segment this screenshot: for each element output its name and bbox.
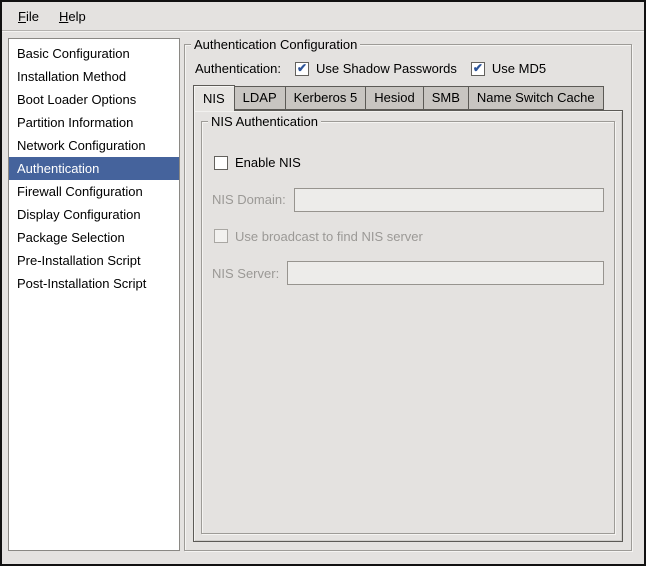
sidebar-item-pre-installation-script[interactable]: Pre-Installation Script (9, 249, 179, 272)
nis-server-row: NIS Server: (212, 261, 604, 285)
menubar: File Help (2, 2, 644, 31)
tab-hesiod[interactable]: Hesiod (365, 86, 423, 110)
main-area: Basic Configuration Installation Method … (2, 31, 644, 564)
frame-title: Authentication Configuration (191, 37, 360, 52)
checkbox-checked-icon (471, 62, 485, 76)
tab-kerberos5[interactable]: Kerberos 5 (285, 86, 367, 110)
use-md5-checkbox[interactable]: Use MD5 (471, 61, 546, 76)
nis-domain-row: NIS Domain: (212, 188, 604, 212)
checkbox-unchecked-icon (214, 156, 228, 170)
checkbox-checked-icon (295, 62, 309, 76)
tab-smb[interactable]: SMB (423, 86, 469, 110)
nis-server-input[interactable] (287, 261, 604, 285)
authentication-options-row: Authentication: Use Shadow Passwords Use… (193, 61, 623, 76)
kickstart-configurator-window: File Help Basic Configuration Installati… (0, 0, 646, 566)
use-broadcast-label: Use broadcast to find NIS server (235, 229, 423, 244)
use-md5-label: Use MD5 (492, 61, 546, 76)
enable-nis-row: Enable NIS (212, 155, 604, 173)
tab-strip: NIS LDAP Kerberos 5 Hesiod SMB Name Swit… (193, 85, 623, 110)
authentication-notebook: NIS LDAP Kerberos 5 Hesiod SMB Name Swit… (193, 85, 623, 542)
sidebar-item-package-selection[interactable]: Package Selection (9, 226, 179, 249)
nis-tab-page: NIS Authentication Enable NIS NIS Domain… (193, 110, 623, 542)
frame-title: NIS Authentication (208, 114, 321, 129)
sidebar-item-basic-configuration[interactable]: Basic Configuration (9, 42, 179, 65)
nis-authentication-frame: NIS Authentication Enable NIS NIS Domain… (201, 121, 615, 534)
menu-help[interactable]: Help (49, 6, 96, 27)
nis-domain-input[interactable] (294, 188, 604, 212)
sidebar-item-firewall-configuration[interactable]: Firewall Configuration (9, 180, 179, 203)
enable-nis-label: Enable NIS (235, 155, 301, 170)
content-panel: Authentication Configuration Authenticat… (184, 38, 632, 551)
authentication-label: Authentication: (195, 61, 281, 76)
nis-server-label: NIS Server: (212, 266, 279, 281)
sidebar-item-boot-loader-options[interactable]: Boot Loader Options (9, 88, 179, 111)
sidebar-item-post-installation-script[interactable]: Post-Installation Script (9, 272, 179, 295)
use-broadcast-checkbox[interactable]: Use broadcast to find NIS server (214, 229, 423, 244)
tab-nis[interactable]: NIS (193, 85, 235, 111)
use-shadow-passwords-checkbox[interactable]: Use Shadow Passwords (295, 61, 457, 76)
tab-name-switch-cache[interactable]: Name Switch Cache (468, 86, 604, 110)
sidebar-item-authentication[interactable]: Authentication (9, 157, 179, 180)
broadcast-row: Use broadcast to find NIS server (212, 229, 604, 247)
checkbox-unchecked-icon (214, 229, 228, 243)
nis-domain-label: NIS Domain: (212, 192, 286, 207)
sidebar-item-installation-method[interactable]: Installation Method (9, 65, 179, 88)
enable-nis-checkbox[interactable]: Enable NIS (214, 155, 301, 170)
tab-ldap[interactable]: LDAP (234, 86, 286, 110)
section-list: Basic Configuration Installation Method … (8, 38, 180, 551)
sidebar-item-network-configuration[interactable]: Network Configuration (9, 134, 179, 157)
menu-file[interactable]: File (8, 6, 49, 27)
authentication-configuration-frame: Authentication Configuration Authenticat… (184, 44, 632, 551)
sidebar-item-partition-information[interactable]: Partition Information (9, 111, 179, 134)
use-shadow-passwords-label: Use Shadow Passwords (316, 61, 457, 76)
sidebar-item-display-configuration[interactable]: Display Configuration (9, 203, 179, 226)
